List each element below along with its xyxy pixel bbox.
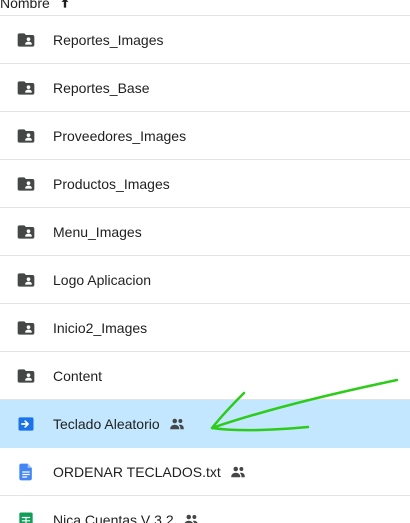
list-item-selected[interactable]: Teclado Aleatorio (0, 400, 410, 448)
name-column-label: Nombre (0, 0, 50, 11)
shared-folder-icon (17, 176, 35, 191)
shared-people-icon (231, 466, 245, 477)
list-item[interactable]: Proveedores_Images (0, 112, 410, 160)
list-item[interactable]: Content (0, 352, 410, 400)
text-document-icon (19, 463, 32, 480)
shared-folder-icon (17, 128, 35, 143)
list-item[interactable]: ORDENAR TECLADOS.txt (0, 448, 410, 496)
item-name: Productos_Images (53, 175, 170, 192)
list-item[interactable]: Reportes_Base (0, 64, 410, 112)
spreadsheet-icon (19, 512, 33, 523)
shared-folder-icon (17, 368, 35, 383)
shared-people-icon (169, 418, 184, 429)
item-name: Nica Cuentas V 3.2 (53, 511, 174, 523)
shared-folder-icon (17, 320, 35, 335)
shared-people-icon (184, 514, 198, 523)
item-name: Content (53, 367, 103, 384)
item-name: ORDENAR TECLADOS.txt (53, 463, 221, 480)
item-name: Menu_Images (53, 223, 142, 240)
list-header: Nombre (0, 0, 410, 16)
shortcut-icon (18, 416, 34, 431)
list-item[interactable]: Reportes_Images (0, 16, 410, 64)
item-name: Teclado Aleatorio (53, 415, 160, 432)
file-list: Reportes_Images Reportes_Base Proveedore… (0, 16, 410, 523)
list-item[interactable]: Nica Cuentas V 3.2 (0, 496, 410, 523)
shared-folder-icon (17, 32, 35, 47)
item-name: Proveedores_Images (53, 127, 187, 144)
shared-folder-icon (17, 272, 35, 287)
name-column-header[interactable]: Nombre (0, 0, 72, 14)
shared-folder-icon (17, 224, 35, 239)
list-item[interactable]: Logo Aplicacion (0, 256, 410, 304)
shared-folder-icon (17, 80, 35, 95)
list-item[interactable]: Productos_Images (0, 160, 410, 208)
list-item[interactable]: Menu_Images (0, 208, 410, 256)
item-name: Reportes_Base (53, 79, 150, 96)
item-name: Inicio2_Images (53, 319, 148, 336)
sort-arrow-icon[interactable] (58, 0, 72, 10)
list-item[interactable]: Inicio2_Images (0, 304, 410, 352)
item-name: Logo Aplicacion (53, 271, 152, 288)
item-name: Reportes_Images (53, 31, 164, 48)
